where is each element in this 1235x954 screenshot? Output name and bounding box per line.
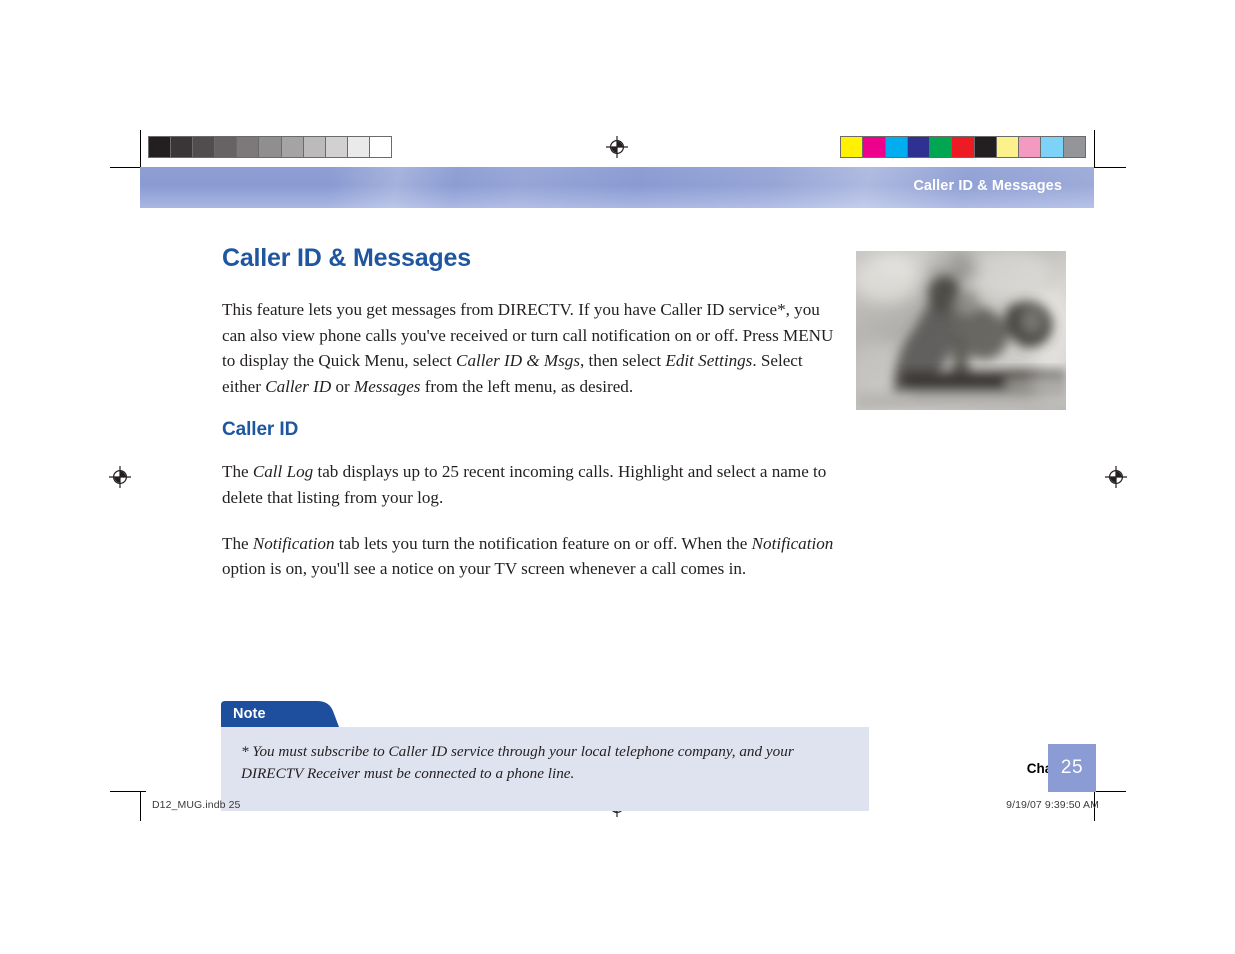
note-body: * You must subscribe to Caller ID servic… bbox=[221, 727, 869, 811]
page-title: Caller ID & Messages bbox=[222, 244, 471, 272]
color-swatch-red bbox=[952, 137, 975, 157]
crop-mark-top-right-horizontal bbox=[1090, 167, 1126, 168]
grayscale-swatch bbox=[303, 137, 326, 157]
running-head-title: Caller ID & Messages bbox=[913, 178, 1062, 194]
registration-target-left-center bbox=[109, 466, 131, 488]
section-heading-caller-id: Caller ID bbox=[222, 419, 299, 441]
color-swatch-green bbox=[930, 137, 953, 157]
note-text: * You must subscribe to Caller ID servic… bbox=[241, 743, 794, 782]
color-swatch-light-blue bbox=[1041, 137, 1064, 157]
color-swatch-magenta bbox=[863, 137, 886, 157]
grayscale-swatch bbox=[237, 137, 260, 157]
document-page: Caller ID & Messages Caller ID & Message… bbox=[0, 0, 1235, 954]
crop-mark-top-left-vertical bbox=[140, 130, 141, 168]
page-number: 25 bbox=[1060, 757, 1084, 778]
note-tab: Note bbox=[221, 701, 343, 727]
slug-filename: D12_MUG.indb 25 bbox=[152, 799, 241, 811]
color-swatch-cyan bbox=[885, 137, 908, 157]
crop-mark-bottom-left-vertical bbox=[140, 791, 141, 821]
grayscale-swatch bbox=[281, 137, 304, 157]
color-swatch-blue bbox=[907, 137, 931, 157]
grayscale-swatch bbox=[193, 137, 216, 157]
caller-id-paragraph-1: The Call Log tab displays up to 25 recen… bbox=[222, 462, 827, 507]
note-tab-label: Note bbox=[233, 706, 266, 722]
grayscale-swatch bbox=[171, 137, 194, 157]
grayscale-swatch bbox=[325, 137, 348, 157]
illustration-photo bbox=[856, 251, 1066, 410]
page-number-badge: 25 bbox=[1048, 744, 1096, 792]
crop-mark-top-right-vertical bbox=[1094, 130, 1095, 168]
color-swatch-pink bbox=[1019, 137, 1042, 157]
color-calibration-bar bbox=[840, 136, 1086, 158]
grayscale-swatch bbox=[259, 137, 282, 157]
grayscale-swatch bbox=[369, 137, 392, 157]
running-head-banner: Caller ID & Messages bbox=[140, 167, 1094, 208]
registration-target-right-center bbox=[1105, 466, 1127, 488]
main-content-column: Caller ID & Messages This feature lets y… bbox=[222, 244, 836, 582]
caller-id-paragraph-2: The Notification tab lets you turn the n… bbox=[222, 533, 834, 579]
color-swatch-gray bbox=[1063, 137, 1085, 157]
color-swatch-black bbox=[974, 137, 997, 157]
color-swatch-light-yellow bbox=[996, 137, 1020, 157]
registration-target-top-center bbox=[606, 136, 628, 158]
grayscale-swatch bbox=[149, 137, 172, 157]
grayscale-swatch bbox=[347, 137, 370, 157]
grayscale-calibration-bar bbox=[148, 136, 392, 158]
grayscale-swatch bbox=[215, 137, 238, 157]
note-callout: Note * You must subscribe to Caller ID s… bbox=[221, 701, 869, 811]
intro-paragraph: This feature lets you get messages from … bbox=[222, 300, 834, 396]
color-swatch-yellow bbox=[841, 137, 864, 157]
slug-timestamp: 9/19/07 9:39:50 AM bbox=[1006, 799, 1099, 811]
